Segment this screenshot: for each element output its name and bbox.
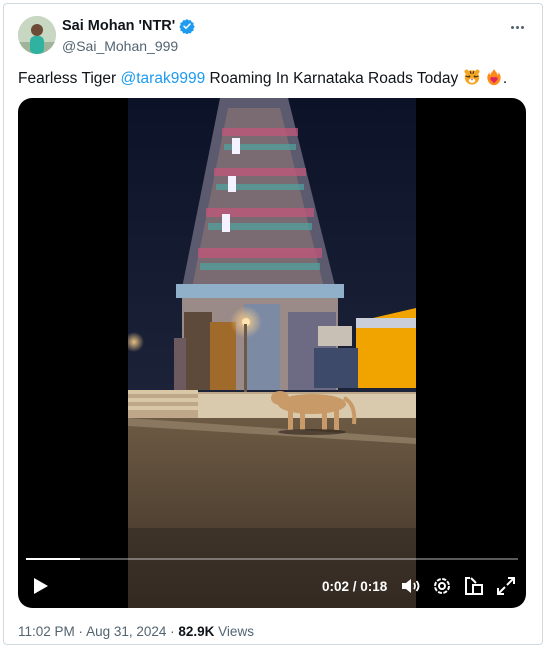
video-frame[interactable]: [128, 98, 416, 608]
tweet-card: Sai Mohan 'NTR' @Sai_Mohan_999 Fearless …: [3, 3, 543, 645]
avatar[interactable]: [18, 16, 56, 54]
more-options-icon[interactable]: [506, 18, 528, 36]
settings-icon[interactable]: [430, 574, 454, 598]
views-count: 82.9K: [178, 624, 215, 639]
author-name[interactable]: Sai Mohan 'NTR': [62, 18, 175, 34]
progress-bar[interactable]: [26, 558, 518, 560]
tweet-meta: 11:02 PM · Aug 31, 2024 · 82.9K Views: [18, 624, 254, 639]
video-time: 0:02 / 0:18: [322, 579, 387, 594]
tweet-text: Fearless Tiger @tarak9999 Roaming In Kar…: [18, 68, 507, 89]
tiger-emoji-icon: [463, 69, 480, 85]
tweet-date[interactable]: Aug 31, 2024: [86, 624, 166, 639]
time-separator: /: [349, 579, 361, 594]
progress-fill: [26, 558, 81, 560]
tweet-text-part: Fearless Tiger: [18, 70, 121, 87]
views-label: Views: [214, 624, 254, 639]
fullscreen-icon[interactable]: [494, 574, 518, 598]
author-handle[interactable]: @Sai_Mohan_999: [62, 38, 178, 54]
meta-separator: ·: [166, 624, 179, 639]
video-controls: 0:02 / 0:18: [18, 572, 526, 602]
tweet-text-part: Roaming In Karnataka Roads Today: [205, 70, 463, 87]
tweet-time[interactable]: 11:02 PM: [18, 624, 75, 639]
video-player[interactable]: 0:02 / 0:18: [18, 98, 526, 608]
verified-badge-icon: [179, 19, 195, 34]
volume-icon[interactable]: [398, 574, 422, 598]
play-icon[interactable]: [28, 574, 52, 598]
picture-in-picture-icon[interactable]: [462, 574, 486, 598]
time-current: 0:02: [322, 579, 350, 594]
mention-link[interactable]: @tarak9999: [121, 70, 206, 87]
meta-separator: ·: [74, 624, 87, 639]
heart-on-fire-emoji-icon: [487, 68, 501, 86]
time-total: 0:18: [360, 579, 388, 594]
tweet-text-part: .: [502, 70, 508, 87]
